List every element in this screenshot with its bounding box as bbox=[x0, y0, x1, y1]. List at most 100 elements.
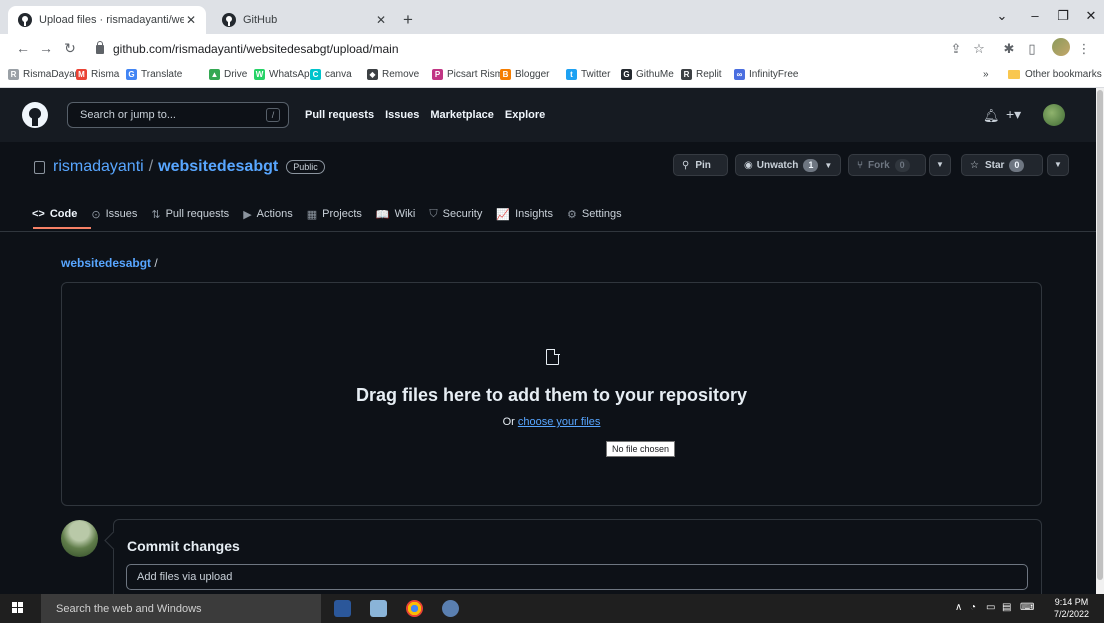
repo-tab-code[interactable]: <> Code bbox=[32, 204, 85, 224]
repo-tab-icon: ▶ bbox=[243, 208, 252, 221]
bookmark-item[interactable]: R Replit bbox=[681, 69, 722, 80]
word-app-icon[interactable] bbox=[334, 600, 351, 617]
page-scrollbar[interactable] bbox=[1096, 88, 1104, 594]
search-input[interactable]: Search or jump to... / bbox=[67, 102, 289, 128]
bookmark-item[interactable]: ◆ Remove bbox=[367, 69, 419, 80]
repo-tab-settings[interactable]: ⚙ Settings bbox=[567, 204, 630, 224]
bookmark-item[interactable]: B Blogger bbox=[500, 69, 549, 80]
repo-tab-icon: 📖 bbox=[375, 208, 390, 221]
other-bookmarks-folder[interactable]: Other bookmarks bbox=[1008, 69, 1102, 80]
tab-close-icon[interactable]: ✕ bbox=[374, 13, 388, 27]
nav-marketplace[interactable]: Marketplace bbox=[430, 109, 494, 121]
address-bar[interactable]: github.com/rismadayanti/websitedesabgt/u… bbox=[88, 37, 1013, 61]
chrome-app-icon[interactable] bbox=[406, 600, 423, 617]
fork-button[interactable]: ⑂ Fork 0 bbox=[848, 154, 926, 176]
wifi-icon[interactable]: ◔ bbox=[970, 602, 976, 613]
bookmark-item[interactable]: G GithuMe bbox=[621, 69, 674, 80]
battery-icon[interactable]: ▭ bbox=[986, 602, 995, 613]
star-icon: ☆ bbox=[970, 159, 979, 171]
file-icon bbox=[546, 348, 560, 365]
repo-tab-security[interactable]: ⛉ Security bbox=[429, 204, 490, 224]
star-button[interactable]: ☆ Star 0 bbox=[961, 154, 1043, 176]
bookmark-favicon-icon: t bbox=[566, 69, 577, 80]
bookmark-label: WhatsApp bbox=[269, 69, 316, 80]
repo-tab-projects[interactable]: ▦ Projects bbox=[307, 204, 370, 224]
tray-date: 7/2/2022 bbox=[1054, 609, 1090, 619]
repo-name-link[interactable]: websitedesabgt bbox=[158, 158, 278, 176]
bookmark-label: Replit bbox=[696, 69, 722, 80]
menu-kebab-icon[interactable]: ⋮ bbox=[1076, 41, 1092, 57]
scroll-thumb[interactable] bbox=[1097, 90, 1103, 580]
repo-tab-issues[interactable]: ⊙ Issues bbox=[91, 204, 145, 224]
bookmark-item[interactable]: W WhatsApp bbox=[254, 69, 315, 80]
github-logo-icon[interactable] bbox=[22, 102, 48, 128]
bookmark-favicon-icon: R bbox=[8, 69, 19, 80]
nav-pull-requests[interactable]: Pull requests bbox=[305, 109, 374, 121]
notification-icon[interactable]: ▤ bbox=[1002, 602, 1011, 613]
repo-tab-label: Settings bbox=[581, 208, 622, 220]
star-dropdown-button[interactable]: ▼ bbox=[1047, 154, 1069, 176]
fork-icon: ⑂ bbox=[857, 159, 863, 171]
reload-icon[interactable]: ↻ bbox=[61, 40, 79, 57]
repo-tab-pull-requests[interactable]: ⇅ Pull requests bbox=[151, 204, 237, 224]
choose-files-link[interactable]: choose your files bbox=[518, 416, 601, 428]
bookmark-item[interactable]: R RismaDayanti bbox=[8, 69, 85, 80]
bookmark-item[interactable]: ▲ Drive bbox=[209, 69, 247, 80]
repo-tab-wiki[interactable]: 📖 Wiki bbox=[376, 204, 423, 224]
bookmark-label: Drive bbox=[224, 69, 248, 80]
profile-avatar[interactable] bbox=[1052, 38, 1070, 56]
commit-message-input[interactable] bbox=[126, 564, 1028, 590]
unwatch-label: Unwatch bbox=[756, 159, 799, 171]
repo-icon bbox=[34, 160, 45, 174]
tab-search-chevron-icon[interactable]: ⌄ bbox=[985, 8, 1019, 24]
bookmarks-overflow-icon[interactable]: » bbox=[983, 69, 989, 80]
fork-dropdown-button[interactable]: ▼ bbox=[929, 154, 951, 176]
bookmark-favicon-icon: ◆ bbox=[367, 69, 378, 80]
repo-tab-actions[interactable]: ▶ Actions bbox=[243, 204, 301, 224]
share-icon[interactable]: ⇪ bbox=[948, 41, 964, 57]
tool-app-icon[interactable] bbox=[442, 600, 459, 617]
tray-clock[interactable]: 9:14 PM 7/2/2022 bbox=[1054, 596, 1089, 620]
bookmark-item[interactable]: ∞ InfinityFree bbox=[734, 69, 798, 80]
new-tab-button[interactable]: + bbox=[403, 10, 413, 30]
drop-zone-subtitle: Or choose your files bbox=[62, 416, 1041, 428]
bookmark-item[interactable]: M Risma bbox=[76, 69, 119, 80]
bookmark-favicon-icon: R bbox=[681, 69, 692, 80]
create-new-plus-icon[interactable]: +▾ bbox=[1006, 106, 1021, 123]
tray-chevron-up-icon[interactable]: ∧ bbox=[955, 602, 962, 613]
bookmark-favicon-icon: C bbox=[310, 69, 321, 80]
pin-button[interactable]: ⚲ Pin bbox=[673, 154, 728, 176]
unwatch-button[interactable]: ◉ Unwatch 1 ▼ bbox=[735, 154, 841, 176]
bookmarks-bar: R RismaDayanti M Risma G Translate ▲ Drive W What… bbox=[0, 64, 1104, 88]
nav-issues[interactable]: Issues bbox=[385, 109, 419, 121]
close-window-icon[interactable]: ✕ bbox=[1074, 8, 1104, 24]
file-drop-zone[interactable]: Drag files here to add them to your repo… bbox=[61, 282, 1042, 506]
repo-tab-insights[interactable]: 📈 Insights bbox=[496, 204, 561, 224]
bookmark-item[interactable]: P Picsart Risma bbox=[432, 69, 509, 80]
repo-tab-label: Security bbox=[442, 208, 483, 220]
bookmark-item[interactable]: t Twitter bbox=[566, 69, 610, 80]
breadcrumb-repo-link[interactable]: websitedesabgt bbox=[61, 256, 151, 270]
repo-separator: / bbox=[148, 158, 154, 175]
side-panel-icon[interactable]: ▯ bbox=[1024, 41, 1040, 57]
forward-icon[interactable]: → bbox=[37, 40, 55, 56]
extensions-icon[interactable]: ✱ bbox=[1001, 41, 1017, 57]
breadcrumb-separator: / bbox=[154, 256, 158, 270]
app-icon[interactable] bbox=[370, 600, 387, 617]
back-icon[interactable]: ← bbox=[14, 40, 32, 56]
notification-bell-icon[interactable]: 🔔︎ bbox=[983, 108, 1000, 124]
keyboard-icon[interactable]: ⌨ bbox=[1020, 602, 1034, 613]
taskbar-search-box[interactable]: Search the web and Windows bbox=[41, 594, 321, 623]
user-avatar[interactable] bbox=[1043, 104, 1065, 126]
tab-upload-files[interactable]: Upload files · rismadayanti/websi ✕ bbox=[8, 6, 206, 34]
nav-explore[interactable]: Explore bbox=[505, 109, 545, 121]
repo-owner-link[interactable]: rismadayanti bbox=[53, 158, 144, 176]
bookmark-item[interactable]: Ccanva bbox=[310, 69, 352, 80]
tab-github[interactable]: GitHub ✕ bbox=[212, 6, 396, 34]
drop-zone-title: Drag files here to add them to your repo… bbox=[355, 385, 748, 405]
bookmark-item[interactable]: G Translate bbox=[126, 69, 182, 80]
eye-icon: ◉ bbox=[744, 159, 753, 171]
tab-close-icon[interactable]: ✕ bbox=[184, 13, 198, 27]
windows-start-icon[interactable] bbox=[12, 602, 24, 614]
bookmark-star-icon[interactable]: ☆ bbox=[971, 41, 987, 57]
